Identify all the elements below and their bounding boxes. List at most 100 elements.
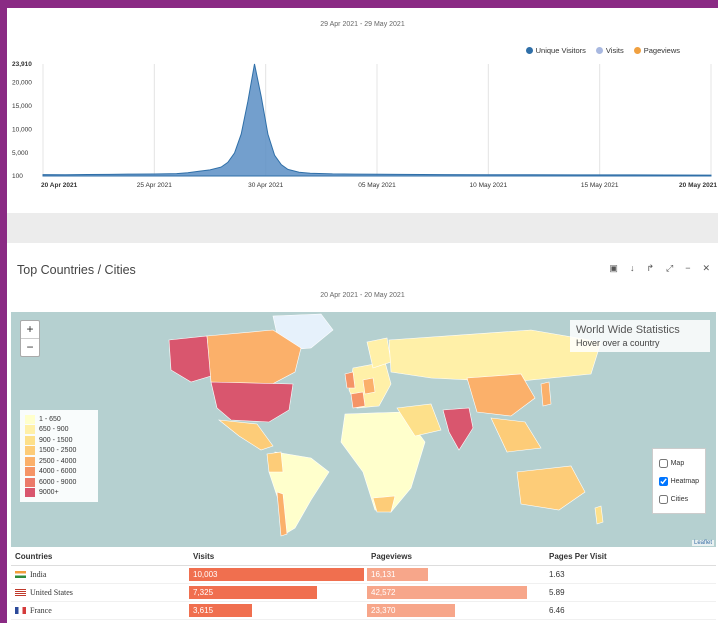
y-tick-label: 100 <box>12 173 23 180</box>
close-icon[interactable]: ✕ <box>702 263 710 274</box>
download-icon[interactable]: ↓ <box>630 263 635 274</box>
pages-per-visit-cell: 6.46 <box>545 601 716 620</box>
y-tick-label: 15,000 <box>12 103 32 110</box>
pageviews-cell: 16,131 <box>367 565 545 584</box>
map-legend-swatch <box>25 456 35 466</box>
layer-option-map[interactable]: Map <box>658 454 699 472</box>
map-legend-swatch <box>25 488 35 498</box>
zoom-out-button[interactable]: − <box>21 339 39 356</box>
map-info-subtitle: Hover over a country <box>576 338 660 348</box>
country-canada <box>206 329 302 391</box>
visits-cell: 7,325 <box>189 583 367 602</box>
layer-checkbox[interactable] <box>658 476 668 486</box>
y-tick-label: 20,000 <box>12 79 32 86</box>
country-china <box>466 373 536 417</box>
x-tick-label: 05 May 2021 <box>358 182 396 189</box>
layer-label: Heatmap <box>670 477 699 485</box>
minimize-icon[interactable]: − <box>685 263 690 274</box>
country-colombia <box>266 451 284 473</box>
col-countries[interactable]: Countries <box>11 547 189 566</box>
map-legend-label: 1500 - 2500 <box>39 447 77 455</box>
pageviews-value: 42,572 <box>371 588 396 597</box>
visits-cell: 10,003 <box>189 565 367 584</box>
x-tick-label: 20 Apr 2021 <box>41 182 78 189</box>
pages-per-visit-cell: 5.89 <box>545 583 716 602</box>
pageviews-value: 16,131 <box>371 570 396 579</box>
country-france <box>350 391 366 409</box>
y-tick-label: 10,000 <box>12 126 32 133</box>
map-legend-swatch <box>25 446 35 456</box>
flag-icon <box>15 607 26 615</box>
x-tick-label: 15 May 2021 <box>581 182 619 189</box>
map-legend-label: 1 - 650 <box>39 415 61 423</box>
panel-title: Top Countries / Cities <box>17 263 136 277</box>
country-germany <box>362 377 376 395</box>
map-color-legend: 1 - 650 650 - 900 900 - 1500 1500 - 2500 250… <box>20 410 98 502</box>
country-name: France <box>30 606 52 615</box>
country-india <box>442 407 474 451</box>
country-mexico <box>218 419 274 451</box>
flag-icon <box>15 589 26 597</box>
countries-date-range: 20 Apr 2021 - 20 May 2021 <box>320 292 405 299</box>
layer-label: Cities <box>670 495 689 503</box>
col-pages-per-visit[interactable]: Pages Per Visit <box>545 547 716 566</box>
table-row[interactable]: United States 7,325 42,572 5.89 <box>11 583 716 602</box>
share-icon[interactable]: ↱ <box>646 263 654 274</box>
country-scandinavia <box>366 337 392 369</box>
country-name: India <box>30 570 47 579</box>
map-layer-control: Map Heatmap Cities <box>651 448 706 514</box>
map-legend-swatch <box>25 477 35 487</box>
map-legend-row: 9000+ <box>25 488 93 499</box>
map-legend-swatch <box>25 425 35 435</box>
x-tick-label: 20 May 2021 <box>679 182 717 189</box>
zoom-in-button[interactable]: + <box>21 321 39 339</box>
panel-toolbar: ▣ ↓ ↱ ⤢ − ✕ <box>609 263 710 274</box>
table-row[interactable]: India 10,003 16,131 1.63 <box>11 565 716 584</box>
flag-icon <box>15 571 26 579</box>
map-zoom-control: + − <box>20 320 40 357</box>
y-tick-label: 23,910 <box>12 61 32 68</box>
map-legend-label: 650 - 900 <box>39 426 69 434</box>
pages-per-visit-cell: 1.63 <box>545 565 716 584</box>
layer-option-cities[interactable]: Cities <box>658 490 699 508</box>
map-legend-row: 650 - 900 <box>25 425 93 436</box>
country-uk <box>344 371 356 389</box>
visits-cell: 3,615 <box>189 601 367 620</box>
table-header-row: Countries Visits Pageviews Pages Per Vis… <box>11 547 716 566</box>
map-legend-label: 900 - 1500 <box>39 436 73 444</box>
country-japan <box>540 381 552 407</box>
x-tick-label: 25 Apr 2021 <box>137 182 172 189</box>
map-legend-row: 1500 - 2500 <box>25 446 93 457</box>
map-legend-label: 4000 - 6000 <box>39 468 77 476</box>
pageviews-cell: 42,572 <box>367 583 545 602</box>
map-legend-row: 2500 - 4000 <box>25 456 93 467</box>
expand-icon[interactable]: ⤢ <box>666 263 673 274</box>
world-map[interactable]: + − World Wide Statistics Hover over a c… <box>11 312 716 547</box>
map-legend-swatch <box>25 414 35 424</box>
country-cell: United States <box>11 583 189 602</box>
pageviews-cell: 23,370 <box>367 601 545 620</box>
country-usa <box>210 381 294 423</box>
x-tick-label: 10 May 2021 <box>470 182 508 189</box>
map-legend-row: 900 - 1500 <box>25 435 93 446</box>
panel-gap <box>7 213 718 243</box>
country-south-africa <box>372 495 396 513</box>
countries-panel: Top Countries / Cities ▣ ↓ ↱ ⤢ − ✕ 20 Ap… <box>7 243 718 623</box>
traffic-area-chart: 20 Apr 2021 25 Apr 2021 30 Apr 2021 05 May … <box>12 61 717 189</box>
map-legend-label: 9000+ <box>39 489 59 497</box>
map-legend-label: 6000 - 9000 <box>39 478 77 486</box>
country-cell: India <box>11 565 189 584</box>
layer-checkbox[interactable] <box>658 494 668 504</box>
table-view-icon[interactable]: ▣ <box>609 263 618 274</box>
col-visits[interactable]: Visits <box>189 547 367 566</box>
map-attribution[interactable]: Leaflet <box>691 540 714 546</box>
layer-checkbox[interactable] <box>658 458 668 468</box>
y-tick-label: 5,000 <box>12 150 29 157</box>
map-info-box: World Wide Statistics Hover over a count… <box>570 320 710 352</box>
table-row[interactable]: France 3,615 23,370 6.46 <box>11 601 716 620</box>
country-alaska <box>168 335 212 383</box>
country-cell: France <box>11 601 189 620</box>
col-pageviews[interactable]: Pageviews <box>367 547 545 566</box>
map-legend-swatch <box>25 467 35 477</box>
layer-option-heatmap[interactable]: Heatmap <box>658 472 699 490</box>
